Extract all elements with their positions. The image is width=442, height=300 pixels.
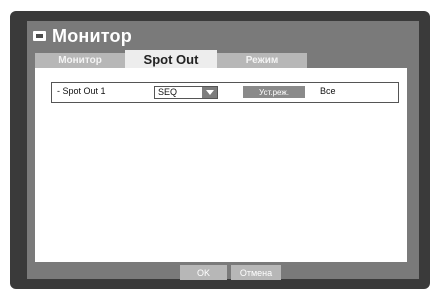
setup-mode-button[interactable]: Уст.реж.: [243, 86, 305, 98]
cancel-button[interactable]: Отмена: [231, 265, 281, 280]
spot-out-panel: - Spot Out 1 SEQ Уст.реж. Все: [35, 68, 407, 262]
ok-button[interactable]: OK: [180, 265, 227, 280]
monitor-window: Монитор Монитор Spot Out Режим - Spot Ou…: [27, 21, 419, 280]
setup-mode-value: Все: [320, 86, 336, 96]
spot-out-1-select-value: SEQ: [158, 87, 178, 97]
tab-spot-out[interactable]: Spot Out: [125, 50, 217, 68]
spot-out-1-label: - Spot Out 1: [57, 86, 106, 96]
chevron-down-icon[interactable]: [202, 87, 217, 98]
tab-mode[interactable]: Режим: [217, 53, 307, 68]
monitor-icon: [33, 31, 46, 41]
spot-out-1-select[interactable]: SEQ: [154, 86, 218, 99]
spot-out-1-row: - Spot Out 1 SEQ Уст.реж. Все: [51, 82, 399, 103]
tab-monitor[interactable]: Монитор: [35, 53, 125, 68]
window-title-bar: Монитор: [33, 25, 132, 47]
window-title: Монитор: [52, 25, 132, 46]
tab-bar: Монитор Spot Out Режим: [35, 50, 339, 68]
